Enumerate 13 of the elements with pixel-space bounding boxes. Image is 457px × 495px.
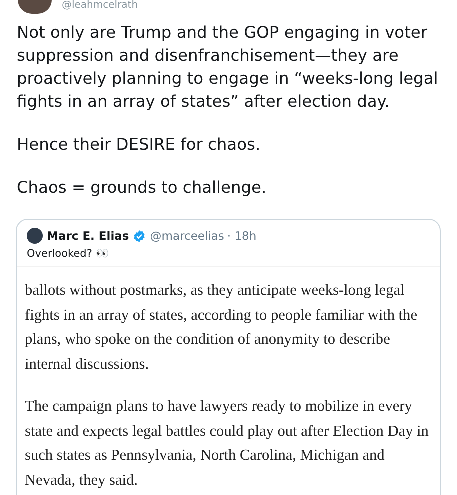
tweet-text: Hence their DESIRE for chaos.: [17, 134, 262, 156]
user-name[interactable]: Marc E. Elias: [47, 229, 130, 243]
avatar[interactable]: [18, 0, 52, 14]
avatar[interactable]: [27, 228, 43, 244]
quoted-tweet-text: Overlooked? 👀: [26, 247, 110, 260]
tweet-text: Not only are Trump and the GOP engaging in voter suppression and disenfranchisement—they are proactively planning to engage in “weeks-long legal fights in an array of states” after election day.: [17, 22, 440, 113]
article-paragraph: ballots without postmarks, as they anticipate weeks-long legal fights in an array of states, according to people familiar with the plans, who spoke on the condition of anonymity to describe internal discussions.: [25, 281, 418, 374]
article-paragraph: The campaign plans to have lawyers ready to mobilize in every state and expects legal battles could play out after Election Day in such states as Pennsylvania, North Carolina, Michigan and Nevada, they said.: [25, 397, 430, 490]
quoted-tweet-card[interactable]: [16, 219, 441, 495]
user-handle[interactable]: @leahmcelrath: [62, 0, 138, 12]
tweet-text: Chaos = grounds to challenge.: [17, 177, 268, 199]
timestamp[interactable]: · 18h: [227, 229, 257, 243]
user-handle[interactable]: @marceelias: [150, 229, 224, 243]
